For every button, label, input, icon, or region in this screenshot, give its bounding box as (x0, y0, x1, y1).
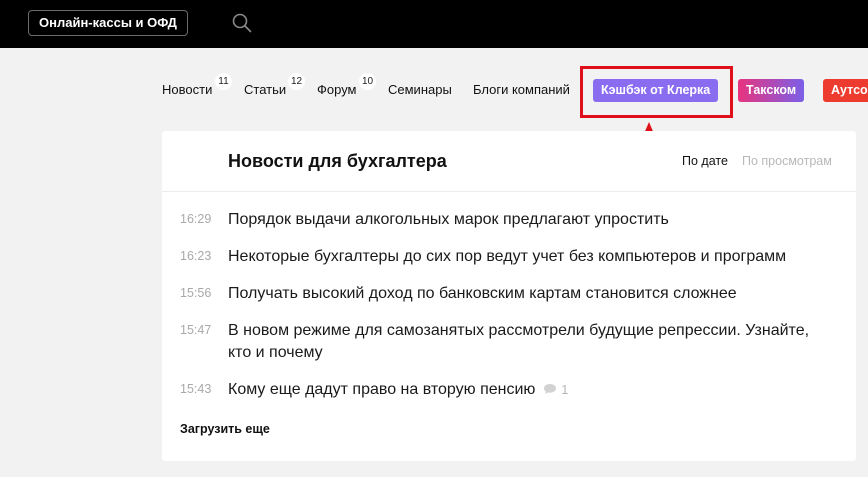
taxcom-pill[interactable]: Такском (738, 79, 805, 102)
comment-icon[interactable] (543, 383, 557, 395)
annotation-highlight-box (580, 66, 733, 118)
news-item[interactable]: 16:23 Некоторые бухгалтеры до сих пор ве… (162, 246, 856, 268)
news-title-link[interactable]: Получать высокий доход по банковским кар… (228, 283, 826, 305)
sort-by-date[interactable]: По дате (682, 154, 728, 168)
news-time: 16:23 (180, 249, 212, 263)
nav-item-seminars[interactable]: Семинары (388, 76, 452, 104)
nav-item-company-blogs[interactable]: Блоги компаний (473, 76, 570, 104)
news-title-row: Кому еще дадут право на вторую пенсию 1 (228, 379, 826, 401)
news-time: 15:56 (180, 286, 212, 300)
nav-count-news: 11 (215, 73, 232, 90)
news-item[interactable]: 15:47 В новом режиме для самозанятых рас… (162, 320, 856, 364)
nav-item-forum[interactable]: Форум (317, 76, 357, 104)
news-list: 16:29 Порядок выдачи алкогольных марок п… (162, 209, 856, 416)
news-title-link[interactable]: Порядок выдачи алкогольных марок предлаг… (228, 209, 826, 231)
news-card-title: Новости для бухгалтера (228, 151, 447, 171)
news-time: 15:43 (180, 382, 212, 396)
news-item[interactable]: 16:29 Порядок выдачи алкогольных марок п… (162, 209, 856, 231)
nav-count-articles: 12 (288, 73, 305, 90)
comment-count: 1 (561, 383, 569, 397)
news-time: 15:47 (180, 323, 212, 337)
news-title-link[interactable]: Некоторые бухгалтеры до сих пор ведут уч… (228, 246, 826, 268)
outsource-pill[interactable]: Аутсо (823, 79, 868, 102)
news-title-link[interactable]: В новом режиме для самозанятых рассмотре… (228, 320, 826, 364)
news-item[interactable]: 15:43 Кому еще дадут право на вторую пен… (162, 379, 856, 401)
news-card: Новости для бухгалтера По дате По просмо… (162, 131, 856, 461)
news-item[interactable]: 15:56 Получать высокий доход по банковск… (162, 283, 856, 305)
nav-count-forum: 10 (359, 73, 376, 90)
news-time: 16:29 (180, 212, 212, 226)
online-kassy-button[interactable]: Онлайн-кассы и ОФД (28, 10, 188, 36)
load-more-button[interactable]: Загрузить еще (180, 422, 270, 436)
news-title-link[interactable]: Кому еще дадут право на вторую пенсию (228, 381, 535, 398)
search-icon[interactable] (232, 13, 252, 33)
nav-item-news[interactable]: Новости (162, 76, 212, 104)
sort-by-views[interactable]: По просмотрам (742, 154, 832, 168)
nav-item-articles[interactable]: Статьи (244, 76, 286, 104)
news-card-header: Новости для бухгалтера По дате По просмо… (162, 131, 856, 192)
top-bar: Онлайн-кассы и ОФД (0, 0, 868, 48)
